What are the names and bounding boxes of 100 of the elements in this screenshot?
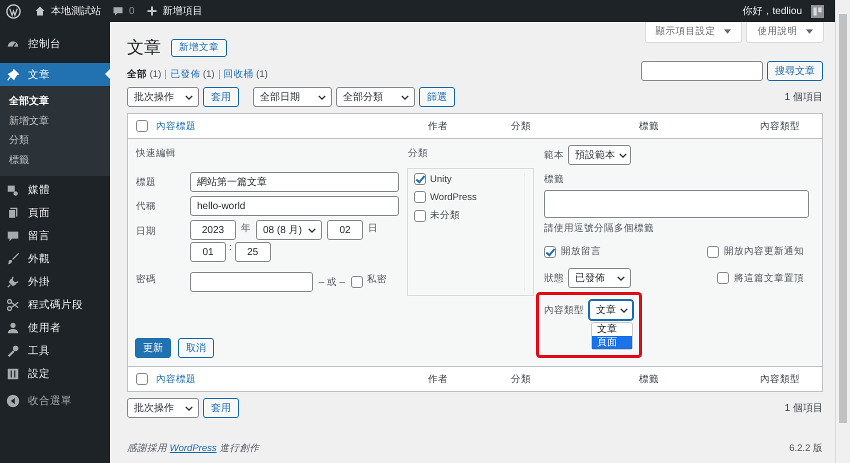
wordpress-logo-icon[interactable] xyxy=(6,4,21,18)
screen-tab[interactable]: 使用說明 xyxy=(746,22,824,43)
checkbox-label: 開放內容更新通知 xyxy=(724,245,804,258)
column-header: 作者 xyxy=(428,120,449,132)
tags-hint: 請使用逗號分隔多個標籤 xyxy=(544,222,655,235)
option-checkbox[interactable] xyxy=(544,246,556,258)
sidebar-item[interactable]: 文章 xyxy=(0,63,110,86)
new-item-link[interactable]: 新增項目 xyxy=(162,4,203,18)
cancel-button[interactable]: 取消 xyxy=(178,338,214,358)
bulk-action-select[interactable]: 批次操作 xyxy=(127,87,199,107)
sidebar-item[interactable]: 工具 xyxy=(0,339,110,362)
field-label: 內容類型 xyxy=(544,304,584,318)
sidebar-item[interactable]: 使用者 xyxy=(0,316,110,339)
page-scrollbar[interactable] xyxy=(835,0,850,463)
item-count: 1 個項目 xyxy=(784,91,823,104)
dropdown-option[interactable]: 頁面 xyxy=(592,336,632,349)
option-checkbox[interactable] xyxy=(707,246,719,258)
category-checkbox[interactable] xyxy=(414,191,426,203)
column-header: 標籤 xyxy=(639,372,660,386)
view-link[interactable]: 全部 (1) xyxy=(127,68,162,81)
sidebar-item[interactable]: 外掛 xyxy=(0,270,110,293)
plus-icon[interactable] xyxy=(146,5,158,17)
column-header: 內容類型 xyxy=(759,120,801,132)
apply-button[interactable]: 套用 xyxy=(203,87,239,107)
dropdown-option[interactable]: 文章 xyxy=(592,323,632,336)
submenu-item[interactable]: 標籤 xyxy=(0,150,110,170)
field-label: 日期 xyxy=(136,225,157,238)
house-icon[interactable] xyxy=(34,5,46,17)
add-new-button[interactable]: 新增文章 xyxy=(171,38,227,56)
pages-icon xyxy=(6,206,20,220)
post-type-select[interactable]: 文章 xyxy=(589,300,633,320)
column-header[interactable]: 內容標題 xyxy=(156,372,428,386)
sidebar-item[interactable]: 外觀 xyxy=(0,247,110,270)
site-name-link[interactable]: 本地測試站 xyxy=(51,4,101,18)
quick-edit-heading: 快速編輯 xyxy=(136,147,177,160)
sidebar-item[interactable]: 控制台 xyxy=(0,32,110,55)
submenu-item[interactable]: 全部文章 xyxy=(0,92,110,112)
category-filter-select[interactable]: 全部分類 xyxy=(336,87,415,107)
day-field[interactable]: 02 xyxy=(327,220,363,240)
brush-icon xyxy=(6,252,20,266)
status-select[interactable]: 已發佈 xyxy=(568,268,631,288)
sidebar-item[interactable]: 設定 xyxy=(0,362,110,385)
checkbox-label: 私密 xyxy=(366,272,387,286)
slug-field[interactable]: hello-world xyxy=(190,196,399,216)
select-all-checkbox[interactable] xyxy=(136,373,148,385)
sidebar-item[interactable]: 媒體 xyxy=(0,178,110,201)
month-select[interactable]: 08 (8 月) xyxy=(256,220,322,240)
template-select[interactable]: 預設範本 xyxy=(568,145,631,165)
tags-field[interactable] xyxy=(544,190,809,218)
column-header[interactable]: 內容標題 xyxy=(156,120,428,132)
checkbox-label: 開放留言 xyxy=(561,245,601,258)
year-unit: 年 xyxy=(241,222,251,235)
view-link[interactable]: 回收桶 (1) xyxy=(224,68,268,81)
field-label: 代稱 xyxy=(136,200,157,212)
pin-icon xyxy=(6,68,20,82)
submenu-item[interactable]: 分類 xyxy=(0,131,110,150)
column-header: 內容類型 xyxy=(759,372,801,386)
triangle-down-icon xyxy=(806,28,813,34)
collapse-menu-button[interactable]: 收合選單 xyxy=(0,389,110,412)
password-field[interactable] xyxy=(190,272,313,292)
select-all-checkbox[interactable] xyxy=(136,120,148,132)
title-field[interactable]: 網站第一篇文章 xyxy=(190,172,399,192)
bulk-action-select[interactable]: 批次操作 xyxy=(127,398,199,418)
chevron-down-icon xyxy=(617,276,625,280)
speech-bubble-icon[interactable] xyxy=(112,5,124,17)
sidebar-item[interactable]: 頁面 xyxy=(0,201,110,224)
chevron-down-icon xyxy=(318,94,326,100)
view-link[interactable]: 已發佈 (1) xyxy=(170,68,215,81)
submenu-item[interactable]: 新增文章 xyxy=(0,112,110,131)
category-checkbox[interactable] xyxy=(414,173,426,185)
day-unit: 日 xyxy=(368,222,378,235)
greeting-link[interactable]: 你好，tedliou xyxy=(742,4,802,18)
avatar-icon[interactable] xyxy=(811,4,824,18)
speech-bubble-icon xyxy=(6,228,20,242)
sticky-checkbox[interactable] xyxy=(717,272,729,284)
screen-tab[interactable]: 顯示項目設定 xyxy=(644,22,742,43)
comment-count[interactable]: 0 xyxy=(129,6,135,16)
year-field[interactable]: 2023 xyxy=(190,220,236,240)
wordpress-link[interactable]: WordPress xyxy=(170,443,217,454)
person-icon xyxy=(6,320,20,334)
private-checkbox[interactable] xyxy=(350,276,363,288)
apply-button[interactable]: 套用 xyxy=(203,398,239,418)
triangle-down-icon xyxy=(724,28,732,34)
column-header: 標籤 xyxy=(639,120,660,132)
sidebar-item[interactable]: 程式碼片段 xyxy=(0,293,110,316)
search-field[interactable] xyxy=(641,61,763,81)
sidebar-item[interactable]: 留言 xyxy=(0,224,110,247)
filter-button[interactable]: 篩選 xyxy=(419,87,455,107)
version-text: 6.2.2 版 xyxy=(789,442,823,455)
hour-field[interactable]: 01 xyxy=(190,242,226,262)
date-filter-select[interactable]: 全部日期 xyxy=(253,87,332,107)
category-label: WordPress xyxy=(430,192,477,202)
update-button[interactable]: 更新 xyxy=(135,338,171,358)
chevron-down-icon xyxy=(185,406,193,410)
plug-icon xyxy=(6,274,20,288)
search-button[interactable]: 搜尋文章 xyxy=(767,61,823,81)
category-checkbox[interactable] xyxy=(414,210,426,222)
item-count: 1 個項目 xyxy=(784,402,823,415)
page-title: 文章 xyxy=(127,37,161,59)
minute-field[interactable]: 25 xyxy=(234,242,271,262)
